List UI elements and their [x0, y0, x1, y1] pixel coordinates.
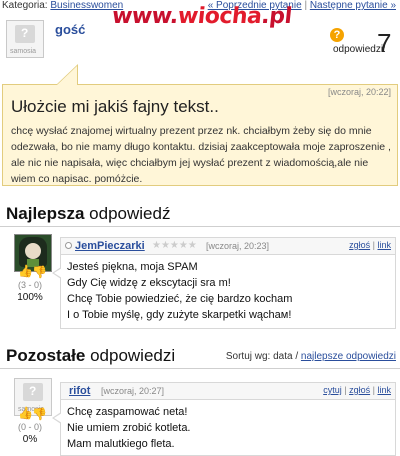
- other-answer-actions: cytuj | zgłoś | link: [323, 385, 391, 395]
- other-answer-author[interactable]: rifot: [69, 385, 90, 397]
- permalink-link[interactable]: link: [377, 240, 391, 250]
- divider: [0, 226, 400, 227]
- other-answer-body: Chcę zaspamować neta! Nie umiem zrobić k…: [52, 400, 396, 456]
- question-body: chcę wysłać znajomej wirtualny prezent p…: [11, 125, 391, 185]
- question-mark-icon: ?: [330, 28, 344, 42]
- best-answer-line: Jesteś piękna, moja SPAM: [67, 261, 198, 273]
- sort-options: Sortuj wg: data / najlepsze odpowiedzi: [226, 351, 396, 362]
- vote-score: (3 - 0): [17, 280, 42, 290]
- report-link[interactable]: zgłoś: [349, 385, 370, 395]
- question-bubble: [wczoraj, 20:22] Ułożcie mi jakiś fajny …: [2, 84, 398, 186]
- best-answer-heading: Najlepsza odpowiedź: [6, 204, 171, 223]
- nav-separator: |: [304, 0, 308, 11]
- vote-percent: 0%: [22, 434, 38, 445]
- best-answer-body: Jesteś piękna, moja SPAM Gdy Cię widzę z…: [52, 255, 396, 329]
- best-answer-vote: 👍 👎 (3 - 0) 100%: [10, 264, 50, 303]
- bullet-icon: [65, 242, 72, 249]
- best-answer-line: Gdy Cię widzę z ekscytacji sra m!: [67, 277, 231, 289]
- avatar-label: samosia: [10, 48, 37, 55]
- best-answer-header: JemPieczarki ★★★★★ [wczoraj, 20:23] zgło…: [60, 237, 396, 255]
- vote-percent: 100%: [17, 292, 43, 303]
- question-title: Ułożcie mi jakiś fajny tekst..: [11, 97, 219, 116]
- other-answer-line: Nie umiem zrobić kotleta.: [67, 422, 191, 434]
- other-answer-vote: 👍 👎 (0 - 0) 0%: [10, 406, 50, 445]
- best-answer-line: Chcę Tobie powiedzieć, że cię bardzo koc…: [67, 293, 293, 305]
- asker-name[interactable]: gość: [55, 22, 85, 37]
- quote-link[interactable]: cytuj: [323, 385, 342, 395]
- category-label: Kategoria:: [2, 0, 48, 11]
- answers-count: 7: [377, 28, 392, 58]
- sort-best-link[interactable]: najlepsze odpowiedzi: [301, 351, 396, 362]
- divider: [0, 368, 400, 369]
- best-answer-line: I o Tobie myślę, gdy zużyte skarpetki wą…: [67, 309, 292, 321]
- thumbs-down-icon[interactable]: 👎: [32, 407, 47, 421]
- permalink-link[interactable]: link: [377, 385, 391, 395]
- placeholder-avatar-icon: [23, 383, 43, 401]
- report-link[interactable]: zgłoś: [349, 240, 370, 250]
- question-date: [wczoraj, 20:22]: [327, 87, 391, 97]
- asker-avatar[interactable]: samosia: [6, 20, 44, 58]
- watermark-logo: www.wiocha.pl: [110, 4, 293, 29]
- thumbs-up-icon[interactable]: 👍: [18, 264, 33, 278]
- other-answer-date: [wczoraj, 20:27]: [101, 386, 165, 396]
- thumbs-up-icon[interactable]: 👍: [18, 406, 33, 420]
- category: Kategoria: Businesswomen: [2, 0, 123, 11]
- other-answer-line: Mam malutkiego fleta.: [67, 438, 175, 450]
- best-answer-date: [wczoraj, 20:23]: [206, 241, 270, 251]
- best-answer-author[interactable]: JemPieczarki: [75, 240, 145, 252]
- other-answer-line: Chcę zaspamować neta!: [67, 406, 188, 418]
- sort-label: Sortuj wg: data /: [225, 351, 299, 362]
- vote-score: (0 - 0): [17, 422, 42, 432]
- question-bubble-tail-inner: [57, 66, 77, 85]
- other-answers-heading: Pozostałe odpowiedzi: [6, 346, 176, 365]
- rating-stars: ★★★★★: [152, 240, 197, 251]
- next-question-link[interactable]: Następne pytanie »: [310, 0, 396, 11]
- best-answer-actions: zgłoś | link: [349, 240, 391, 250]
- placeholder-avatar-icon: [15, 25, 35, 43]
- thumbs-down-icon[interactable]: 👎: [32, 265, 47, 279]
- other-answer-header: rifot [wczoraj, 20:27] cytuj | zgłoś | l…: [60, 382, 396, 400]
